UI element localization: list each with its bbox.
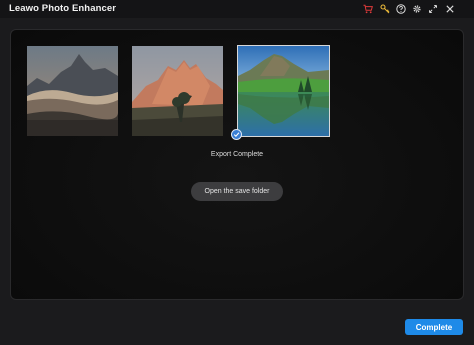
settings-icon[interactable] — [410, 2, 424, 16]
app-title: Leawo Photo Enhancer — [9, 3, 117, 14]
close-icon[interactable] — [443, 2, 457, 16]
cart-icon[interactable] — [361, 2, 375, 16]
photo-lake-reflection[interactable] — [237, 45, 330, 137]
key-icon[interactable] — [378, 2, 392, 16]
help-icon[interactable] — [394, 2, 408, 16]
photo-misty-peaks[interactable] — [27, 46, 118, 136]
maximize-icon[interactable] — [426, 2, 440, 16]
photo-sunset-mountain[interactable] — [132, 46, 223, 136]
open-save-folder-button[interactable]: Open the save folder — [191, 182, 283, 201]
title-bar: Leawo Photo Enhancer — [0, 0, 474, 18]
selected-check-icon — [231, 129, 242, 140]
export-status: Export Complete — [210, 151, 264, 158]
complete-button[interactable]: Complete — [405, 319, 463, 335]
